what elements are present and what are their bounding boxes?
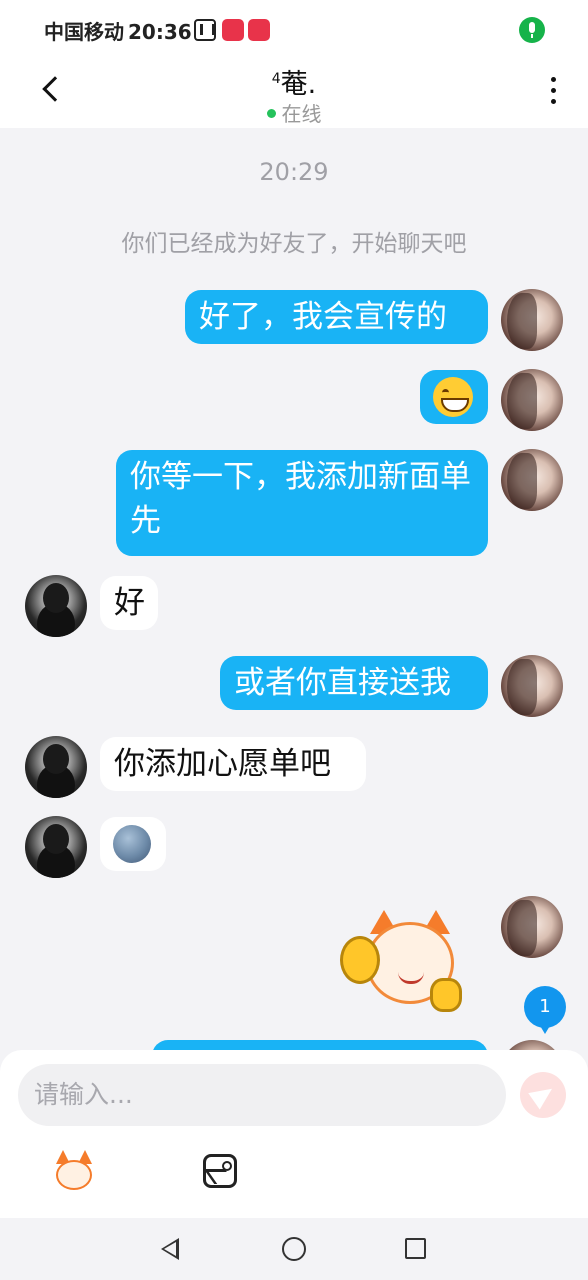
contact-avatar[interactable] — [25, 575, 87, 637]
message-bubble-sent[interactable]: 或者你直接送我 — [220, 656, 488, 710]
status-time: 20:36 — [128, 20, 192, 44]
message-bubble-received[interactable] — [100, 817, 166, 871]
fox-ok-thumbs-up-sticker-icon[interactable] — [336, 906, 472, 1016]
my-avatar[interactable] — [501, 655, 563, 717]
contact-name: 菴. — [280, 69, 317, 100]
carrier-name: 中国移动 — [44, 20, 124, 44]
nfc-icon — [194, 19, 216, 41]
message-text: 你添加心愿单吧 — [114, 746, 331, 782]
message-bubble-sent[interactable]: 好了，我会宣传的 — [185, 290, 488, 344]
my-avatar[interactable] — [501, 289, 563, 351]
message-input-area: 请输入... — [0, 1050, 588, 1218]
unread-count-badge[interactable]: 1 — [524, 986, 566, 1034]
grinning-emoji-icon — [433, 377, 473, 417]
nav-back-icon[interactable] — [161, 1238, 179, 1260]
status-carrier: 中国移动 20:36 — [44, 16, 192, 45]
my-avatar[interactable] — [501, 896, 563, 958]
message-text: 你等一下，我添加新面单先 — [130, 459, 471, 539]
notification-app-icon — [248, 19, 270, 41]
contact-avatar[interactable] — [25, 816, 87, 878]
timestamp-label: 20:29 — [259, 158, 329, 186]
chat-message-list[interactable]: 20:29 你们已经成为好友了，开始聊天吧 好了，我会宣传的 你等一下，我添加新… — [0, 128, 588, 1050]
system-note: 你们已经成为好友了，开始聊天吧 — [121, 231, 467, 257]
image-icon[interactable] — [203, 1154, 237, 1188]
moon-face-emoji-icon — [113, 825, 151, 863]
message-bubble-received[interactable]: 好 — [100, 576, 158, 630]
chat-header: 4菴. 在线 — [0, 60, 588, 128]
nav-recent-apps-icon[interactable] — [405, 1238, 426, 1259]
message-text: 好了，我会宣传的 — [199, 299, 447, 335]
chat-title: 4菴. — [0, 62, 588, 101]
title-prefix: 4 — [271, 71, 281, 87]
online-status-text: 在线 — [281, 102, 322, 126]
message-bubble-sent[interactable] — [152, 1040, 488, 1050]
my-avatar[interactable] — [501, 1040, 563, 1050]
online-dot-icon — [266, 109, 276, 118]
nav-home-icon[interactable] — [282, 1237, 306, 1261]
send-icon[interactable] — [520, 1072, 566, 1118]
message-bubble-received[interactable]: 你添加心愿单吧 — [100, 737, 366, 791]
my-avatar[interactable] — [501, 449, 563, 511]
sticker-icon[interactable] — [50, 1150, 98, 1194]
my-avatar[interactable] — [501, 369, 563, 431]
system-nav-bar — [0, 1218, 588, 1280]
more-options-button[interactable] — [542, 74, 566, 108]
status-bar: 中国移动 20:36 — [0, 0, 588, 60]
notification-app-icon — [222, 19, 244, 41]
contact-avatar[interactable] — [25, 736, 87, 798]
message-text: 好 — [114, 585, 145, 621]
message-bubble-sent[interactable]: 你等一下，我添加新面单先 — [116, 450, 488, 556]
online-status: 在线 — [0, 98, 588, 127]
message-text: 或者你直接送我 — [234, 665, 451, 701]
microphone-icon — [519, 17, 545, 43]
message-bubble-sent[interactable] — [420, 370, 488, 424]
message-input[interactable]: 请输入... — [18, 1064, 506, 1126]
